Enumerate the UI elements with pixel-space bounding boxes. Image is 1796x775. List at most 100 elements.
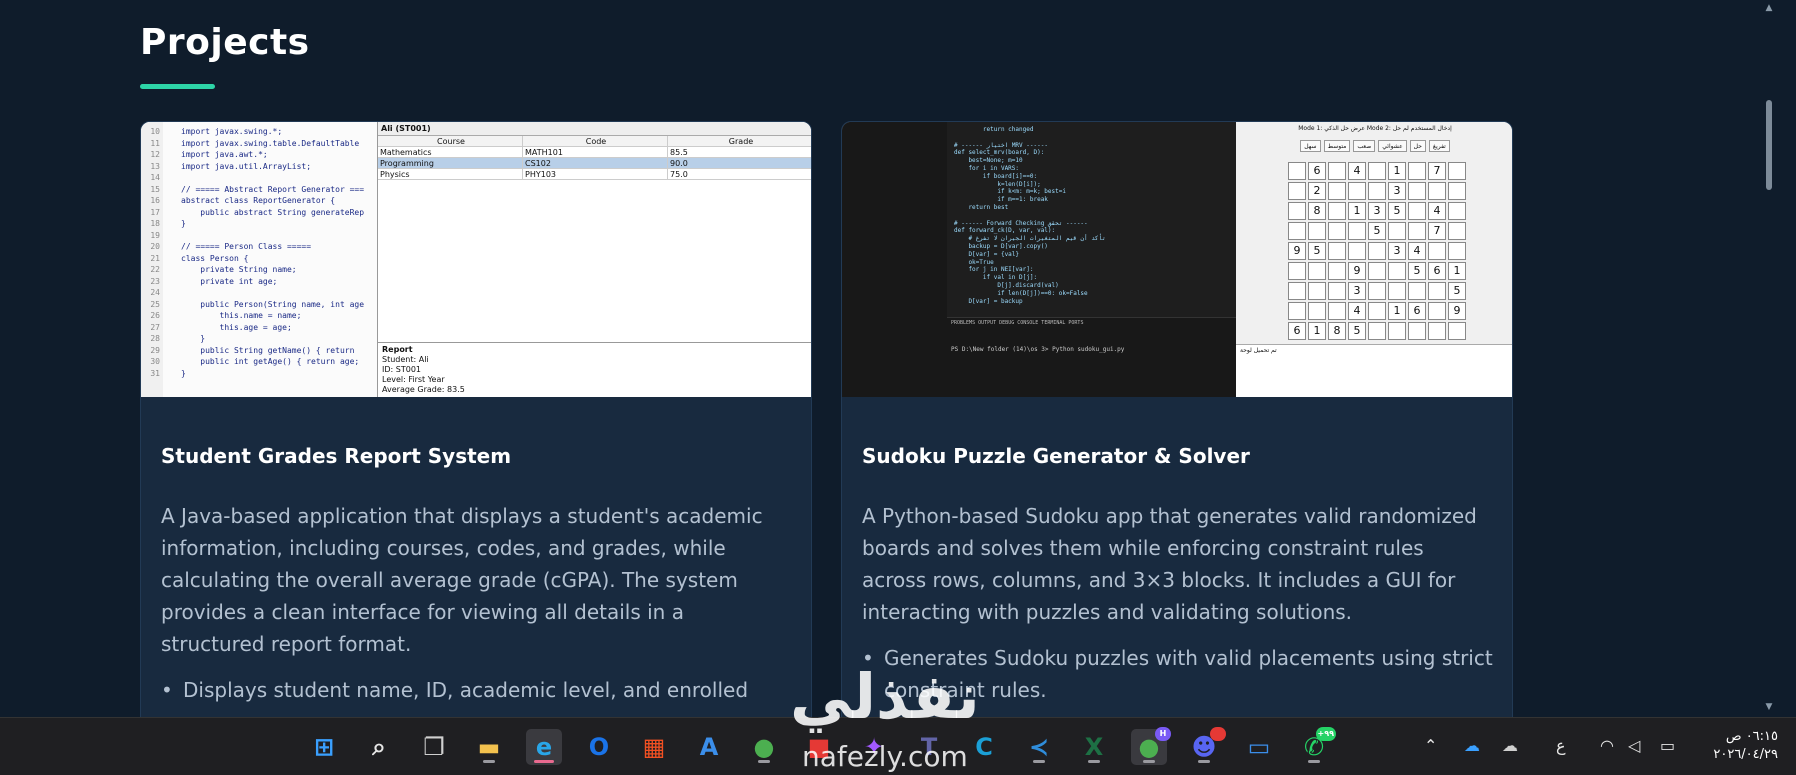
- page-scrollbar[interactable]: ▲ ▼: [1760, 0, 1778, 717]
- cisco-icon[interactable]: C: [966, 729, 1002, 765]
- table-cell: 75.0: [668, 169, 811, 179]
- scroll-up-icon[interactable]: ▲: [1764, 4, 1774, 13]
- volume-icon[interactable]: ◁: [1628, 736, 1640, 755]
- file-explorer-icon-glyph: ▬: [477, 733, 501, 761]
- azure-data-studio-icon-glyph: A: [699, 733, 719, 761]
- table-header-cell: Code: [523, 136, 668, 146]
- sudoku-cell: [1428, 322, 1446, 340]
- sudoku-cell: 3: [1388, 242, 1406, 260]
- chevron-up-icon[interactable]: ⌃: [1424, 736, 1437, 755]
- sudoku-cell: [1328, 162, 1346, 180]
- app-icon-red[interactable]: ■: [801, 729, 837, 765]
- scroll-thumb[interactable]: [1766, 100, 1772, 190]
- code-lines: return changed # ------ اختيار MRV -----…: [954, 126, 1106, 305]
- sudoku-cell: [1408, 322, 1426, 340]
- project-title: Student Grades Report System: [161, 444, 512, 468]
- report-line: Level: First Year: [382, 375, 445, 384]
- report-line: Report: [382, 345, 413, 354]
- edge-icon[interactable]: e: [526, 729, 562, 765]
- report-line: ID: ST001: [382, 365, 421, 374]
- project-screenshot: 10 11 12 13 14 15 16 17 18 19 20 21 22 2…: [141, 122, 811, 397]
- cloud-sync-icon[interactable]: ☁: [1502, 736, 1518, 755]
- discord-icon[interactable]: ☻: [1186, 727, 1226, 765]
- azure-data-studio-icon[interactable]: A: [691, 729, 727, 765]
- sudoku-cell: 8: [1308, 202, 1326, 220]
- sudoku-cell: [1348, 182, 1366, 200]
- sudoku-cell: [1368, 262, 1386, 280]
- sudoku-cell: 4: [1428, 202, 1446, 220]
- sudoku-cell: 4: [1408, 242, 1426, 260]
- sudoku-cell: 6: [1408, 302, 1426, 320]
- sudoku-cell: [1368, 162, 1386, 180]
- microsoft-store-icon[interactable]: ▦: [636, 729, 672, 765]
- project-description: A Java-based application that displays a…: [161, 504, 763, 656]
- sudoku-button: سهل: [1300, 140, 1321, 152]
- sudoku-cell: [1368, 302, 1386, 320]
- sudoku-cell: [1348, 242, 1366, 260]
- scroll-down-icon[interactable]: ▼: [1764, 703, 1774, 712]
- sudoku-grid: 6417238135457953495613541696185: [1288, 162, 1466, 340]
- figma-icon[interactable]: ✦: [856, 729, 892, 765]
- project-description: A Python-based Sudoku app that generates…: [862, 504, 1477, 624]
- outlook-icon[interactable]: O: [581, 729, 617, 765]
- onedrive-icon[interactable]: ☁: [1464, 736, 1480, 755]
- sudoku-cell: 1: [1448, 262, 1466, 280]
- clock[interactable]: ٠٦:١٥ ص ٢٠٢٦/٠٤/٢٩: [1713, 728, 1778, 764]
- chrome-profile-icon[interactable]: ● H: [1131, 727, 1171, 765]
- sudoku-cell: 1: [1308, 322, 1326, 340]
- sudoku-cell: 5: [1308, 242, 1326, 260]
- sudoku-cell: [1288, 202, 1306, 220]
- input-language[interactable]: ع: [1556, 736, 1566, 755]
- excel-icon[interactable]: X: [1076, 729, 1112, 765]
- notification-badge: +٩٩: [1315, 727, 1336, 741]
- sudoku-cell: 8: [1328, 322, 1346, 340]
- teams-icon[interactable]: T: [911, 729, 947, 765]
- terminal-tabs: PROBLEMS OUTPUT DEBUG CONSOLE TERMINAL P…: [951, 320, 1084, 326]
- sudoku-cell: [1388, 222, 1406, 240]
- table-cell: MATH101: [523, 147, 668, 157]
- sudoku-cell: 2: [1308, 182, 1326, 200]
- sudoku-cell: [1308, 222, 1326, 240]
- project-card-sudoku[interactable]: return changed # ------ اختيار MRV -----…: [841, 121, 1513, 717]
- wifi-icon[interactable]: ◠: [1600, 736, 1614, 755]
- grades-window: Ali (ST001) Course Code Grade Mathematic…: [377, 122, 811, 397]
- whatsapp-icon[interactable]: ✆ +٩٩: [1296, 727, 1336, 765]
- vscode-icon[interactable]: ≺: [1021, 729, 1057, 765]
- sudoku-button: حل: [1409, 140, 1426, 152]
- battery-icon[interactable]: ▭: [1660, 736, 1675, 755]
- sudoku-cell: 9: [1348, 262, 1366, 280]
- remote-desktop-icon[interactable]: ▭: [1241, 729, 1277, 765]
- microsoft-store-icon-glyph: ▦: [642, 733, 666, 761]
- sudoku-cell: 6: [1428, 262, 1446, 280]
- sudoku-cell: [1448, 182, 1466, 200]
- feature-list: Displays student name, ID, academic leve…: [161, 674, 801, 706]
- sudoku-cell: 1: [1388, 302, 1406, 320]
- table-cell: Physics: [378, 169, 523, 179]
- sudoku-cell: 6: [1288, 322, 1306, 340]
- sudoku-cell: 4: [1348, 302, 1366, 320]
- sudoku-cell: [1408, 222, 1426, 240]
- sudoku-cell: 7: [1428, 162, 1446, 180]
- chrome-icon[interactable]: ●: [746, 729, 782, 765]
- sudoku-cell: [1288, 302, 1306, 320]
- code-lines: import javax.swing.*; import javax.swing…: [181, 127, 365, 378]
- project-card-student-grades[interactable]: 10 11 12 13 14 15 16 17 18 19 20 21 22 2…: [140, 121, 812, 717]
- sudoku-cell: [1328, 202, 1346, 220]
- table-header-cell: Course: [378, 136, 523, 146]
- table-cell: 85.5: [668, 147, 811, 157]
- running-indicator: [1143, 760, 1155, 763]
- task-view-icon[interactable]: ❐: [416, 729, 452, 765]
- clock-time: ٠٦:١٥ ص: [1725, 729, 1778, 744]
- sudoku-cell: 7: [1428, 222, 1446, 240]
- sudoku-cell: 3: [1368, 202, 1386, 220]
- table-row: Physics PHY103 75.0: [378, 169, 811, 180]
- outlook-icon-glyph: O: [588, 733, 610, 761]
- windows-start-icon[interactable]: ⊞: [306, 729, 342, 765]
- search-icon[interactable]: ⌕: [361, 729, 397, 765]
- cisco-icon-glyph: C: [975, 733, 993, 761]
- notification-badge: H: [1155, 727, 1171, 741]
- sudoku-cell: [1428, 282, 1446, 300]
- app-icon-red-glyph: ■: [807, 733, 831, 761]
- running-indicator: [1088, 760, 1100, 763]
- file-explorer-icon[interactable]: ▬: [471, 729, 507, 765]
